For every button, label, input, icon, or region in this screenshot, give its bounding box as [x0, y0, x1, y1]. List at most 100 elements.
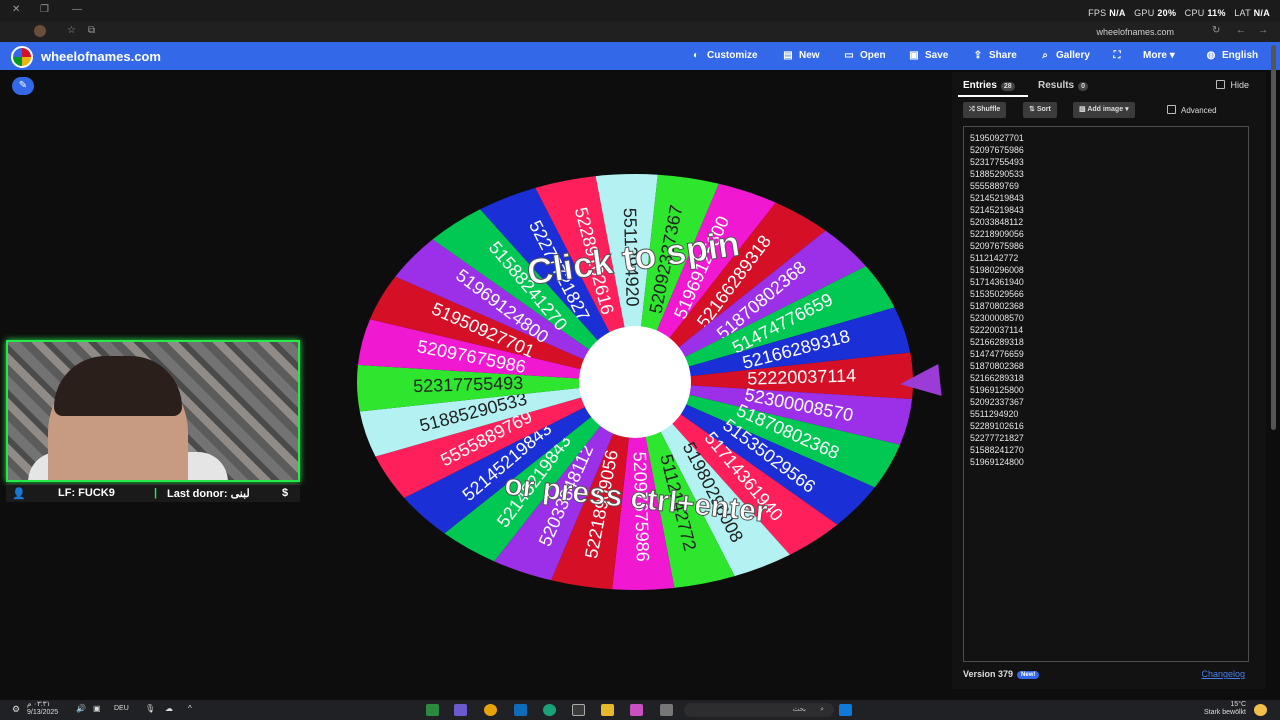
entry-line: 52166289318 [970, 373, 1024, 383]
save-button[interactable]: ▣ Save [908, 50, 948, 61]
more-menu[interactable]: More ▾ [1143, 50, 1175, 61]
share-button[interactable]: ⇪ Share [972, 50, 1017, 61]
hide-label: Hide [1230, 80, 1249, 90]
search-icon: ⌕ [1042, 50, 1048, 61]
entry-line: 52097675986 [970, 241, 1024, 251]
store-icon[interactable] [572, 704, 585, 716]
entry-line: 52317755493 [970, 157, 1024, 167]
restore-window-icon[interactable]: ❐ [40, 4, 49, 15]
cloud-icon[interactable]: ☁ [165, 704, 178, 716]
new-button[interactable]: ▤ New [782, 50, 819, 61]
edge-icon[interactable] [543, 704, 556, 716]
checkbox-icon [1167, 105, 1176, 114]
share-label: Share [989, 50, 1017, 61]
file-icon: ▤ [783, 50, 793, 61]
wheel-center-hub[interactable] [579, 326, 691, 438]
customize-label: Customize [707, 50, 758, 61]
site-logo-icon[interactable] [11, 46, 33, 68]
language-select[interactable]: ◍ English [1205, 50, 1259, 61]
app-icon-3[interactable] [660, 704, 673, 716]
clock[interactable]: ٠٣:٣١ م 9/13/2025 [27, 701, 58, 717]
open-button[interactable]: ▭ Open [843, 50, 885, 61]
version-label: Version 379 New! [963, 669, 1040, 679]
shuffle-icon: ⤮ [969, 106, 975, 113]
version-text: Version 379 [963, 669, 1014, 679]
forward-icon[interactable]: → [1258, 25, 1268, 36]
copilot-icon[interactable] [630, 704, 643, 716]
wheel-segment-label: 52317755493 [413, 373, 524, 396]
weather-condition: Stark bewölkt [1203, 709, 1246, 716]
extension-icon[interactable]: ⧉ [88, 25, 95, 36]
entries-tab-label: Entries [963, 80, 997, 91]
tab-results[interactable]: Results 0 [1038, 80, 1089, 91]
new-badge: New! [1017, 671, 1040, 679]
network-icon[interactable]: ▣ [93, 704, 106, 716]
user-icon: 👤 [12, 488, 26, 500]
weather-widget[interactable]: 15°C Stark bewölkt [1204, 701, 1246, 717]
shuffle-button[interactable]: ⤮ Shuffle [963, 102, 1007, 118]
site-name[interactable]: wheelofnames.com [41, 49, 161, 64]
reload-icon[interactable]: ↻ [1212, 25, 1220, 36]
page-scrollbar[interactable] [1271, 45, 1276, 430]
clock-date: 9/13/2025 [27, 709, 59, 716]
profile-avatar-icon[interactable] [34, 25, 46, 37]
entry-line: 52289102616 [970, 421, 1024, 431]
webcam-overlay [6, 340, 300, 482]
wheel-segment-label: 52220037114 [747, 365, 856, 388]
start-icon[interactable] [839, 704, 852, 716]
wheel-container[interactable]: 52220037114 52300008570 51870802368 5153502… [355, 172, 915, 592]
entries-count-badge: 28 [1000, 82, 1015, 91]
save-icon: ▣ [909, 50, 919, 61]
performance-overlay: FPS N/A GPU 20% CPU 11% LAT N/A [1088, 8, 1270, 18]
chrome-icon[interactable] [484, 704, 497, 716]
sort-button[interactable]: ⇅ Sort [1023, 102, 1057, 118]
entry-line: 51474776659 [970, 349, 1024, 359]
entry-line: 52145219843 [970, 193, 1024, 203]
changelog-link[interactable]: Changelog [1201, 669, 1245, 679]
entry-line: 51535029566 [970, 289, 1024, 299]
customize-button[interactable]: ◐ Customize [690, 50, 758, 61]
entry-line: 5112142772 [970, 253, 1019, 263]
gallery-button[interactable]: ⌕ Gallery [1039, 50, 1090, 61]
entry-line: 51885290533 [970, 169, 1024, 179]
entry-line: 5511294920 [970, 409, 1019, 419]
add-image-button[interactable]: ▨ Add image ▾ [1073, 102, 1135, 118]
keyboard-language[interactable]: DEU [114, 705, 129, 712]
outlook-icon[interactable] [514, 704, 527, 716]
entry-line: 51980296008 [970, 265, 1024, 275]
sort-icon: ⇅ [1029, 106, 1035, 113]
close-window-icon[interactable]: ✕ [12, 4, 20, 15]
results-tab-label: Results [1038, 80, 1075, 91]
microphone-icon[interactable]: 🎙 [145, 704, 158, 716]
share-icon: ⇪ [973, 50, 983, 61]
taskbar-search[interactable]: بحث ⌕ [684, 703, 834, 717]
file-explorer-icon[interactable] [601, 704, 614, 716]
entry-line: 51969124800 [970, 457, 1024, 467]
entry-line: 51870802368 [970, 301, 1024, 311]
app-icon-2[interactable] [454, 704, 467, 716]
lf-text: LF: FUCK9 [58, 487, 115, 499]
entry-line: 52097675986 [970, 145, 1024, 155]
url-text[interactable]: wheelofnames.com [1096, 27, 1174, 37]
entries-textarea[interactable]: 51950927701 52097675986 52317755493 5188529… [963, 126, 1249, 662]
tab-entries[interactable]: Entries 28 [963, 80, 1015, 91]
app-icon-1[interactable] [426, 704, 439, 716]
name-wheel[interactable]: 5222003711452300008570518708023685153502… [355, 172, 915, 592]
edit-pencil-button[interactable]: ✎ [12, 77, 34, 95]
advanced-label: Advanced [1181, 106, 1217, 115]
hide-checkbox[interactable]: Hide [1216, 80, 1249, 90]
star-icon[interactable]: ☆ [67, 25, 76, 36]
settings-icon[interactable]: ⚙ [12, 704, 25, 716]
advanced-checkbox[interactable]: Advanced [1167, 105, 1217, 115]
last-donor-text: Last donor: لبنى [167, 488, 250, 500]
back-icon[interactable]: ← [1236, 25, 1246, 36]
minimize-window-icon[interactable]: — [72, 4, 82, 15]
search-icon: ⌕ [820, 706, 824, 713]
divider: | [154, 487, 158, 499]
speaker-icon[interactable]: 🔊 [76, 704, 89, 716]
chevron-up-icon[interactable]: ^ [188, 704, 201, 716]
palette-icon: ◐ [692, 50, 700, 61]
entry-line: 51714361940 [970, 277, 1024, 287]
entries-list: 51950927701 52097675986 52317755493 5188529… [970, 132, 1242, 468]
fullscreen-button[interactable]: ⛶ [1111, 50, 1128, 61]
